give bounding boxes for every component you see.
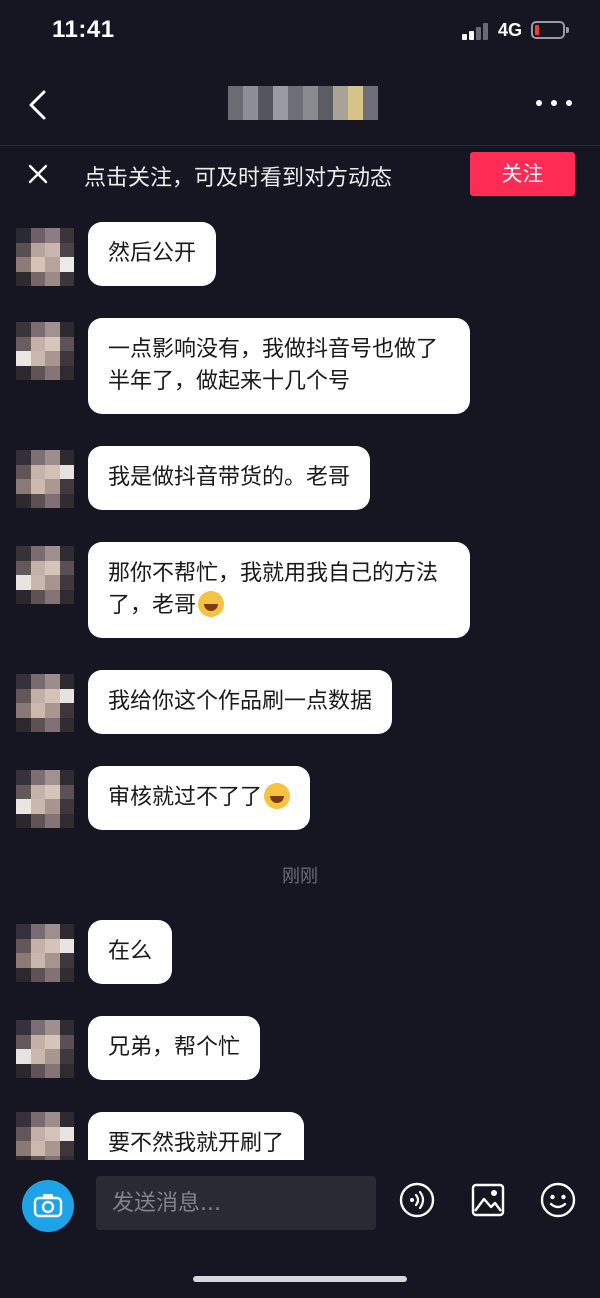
contact-name-redacted [228, 86, 378, 120]
message-input[interactable] [96, 1176, 376, 1230]
avatar-redacted[interactable] [16, 322, 74, 380]
message-bubble[interactable]: 我是做抖音带货的。老哥 [88, 446, 371, 510]
more-horizontal-icon[interactable] [536, 100, 572, 110]
avatar-redacted[interactable] [16, 674, 74, 732]
message-bubble[interactable]: 一点影响没有，我做抖音号也做了半年了，做起来十几个号 [88, 318, 470, 414]
image-icon[interactable] [470, 1182, 506, 1218]
avatar-redacted[interactable] [16, 1020, 74, 1078]
voice-icon[interactable] [399, 1182, 435, 1218]
follow-button[interactable]: 关注 [470, 152, 575, 196]
follow-banner-text: 点击关注，可及时看到对方动态 [84, 166, 393, 191]
rolling-laughing-emoji-icon [198, 591, 225, 617]
message-bubble[interactable]: 审核就过不了了 [88, 766, 311, 830]
message-bubble[interactable]: 我给你这个作品刷一点数据 [88, 670, 393, 734]
message-bubble[interactable]: 然后公开 [88, 222, 217, 286]
avatar-redacted[interactable] [16, 770, 74, 828]
message-bubble[interactable]: 那你不帮忙，我就用我自己的方法了，老哥 [88, 542, 470, 638]
avatar-redacted[interactable] [16, 450, 74, 508]
home-indicator [193, 1276, 407, 1282]
avatar-redacted[interactable] [16, 546, 74, 604]
status-time: 11:41 [52, 16, 115, 43]
chevron-left-icon[interactable] [26, 88, 50, 122]
avatar-redacted[interactable] [16, 924, 74, 982]
message-bubble[interactable]: 在么 [88, 920, 173, 984]
status-bar: 11:41 4G [0, 0, 600, 64]
avatar-redacted[interactable] [16, 228, 74, 286]
chat-header [0, 64, 600, 146]
smiley-icon[interactable] [540, 1182, 576, 1218]
close-icon[interactable] [28, 164, 48, 184]
message-bubble[interactable]: 兄弟，帮个忙 [88, 1016, 261, 1080]
signal-icon [462, 22, 492, 40]
rolling-laughing-emoji-icon [264, 783, 291, 809]
battery-icon [531, 21, 569, 39]
network-type: 4G [498, 20, 523, 40]
message-timestamp: 刚刚 [282, 866, 318, 887]
message-input-bar [0, 1160, 600, 1298]
follow-banner: 点击关注，可及时看到对方动态 关注 [0, 146, 600, 206]
camera-icon[interactable] [22, 1180, 74, 1232]
